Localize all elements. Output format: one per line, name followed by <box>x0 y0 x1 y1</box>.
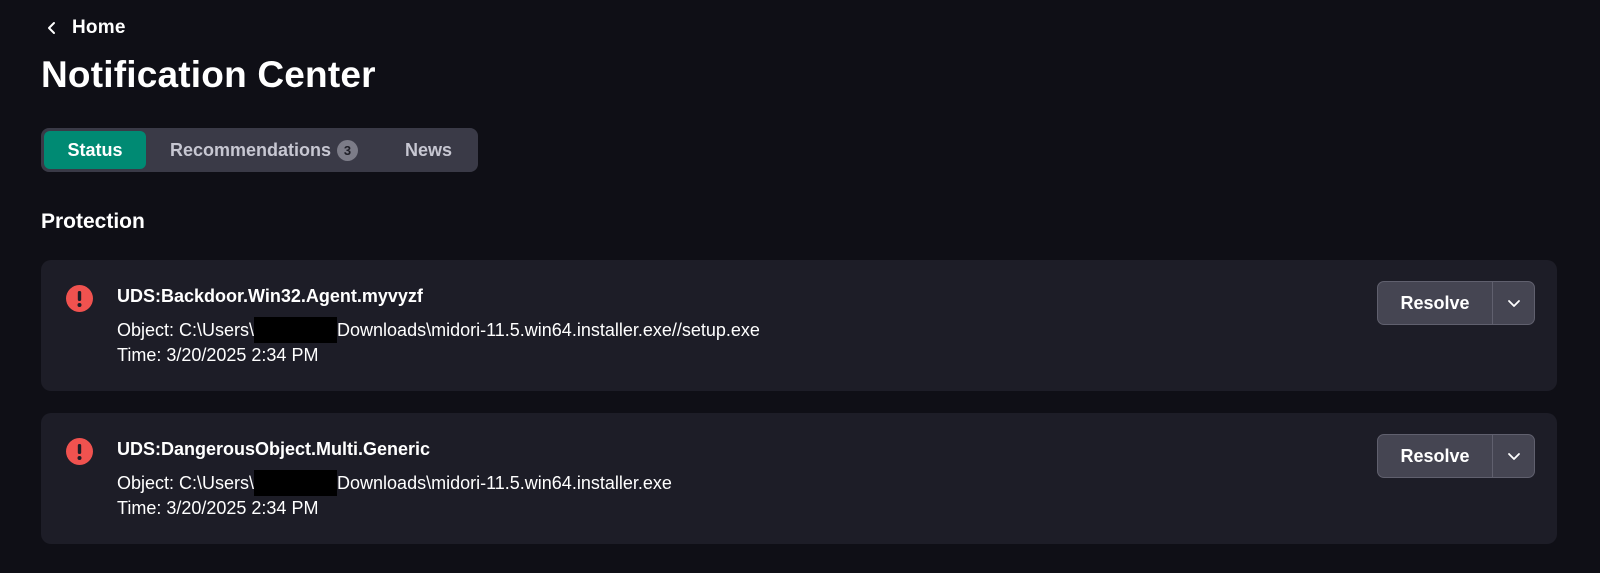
notification-card: UDS:Backdoor.Win32.Agent.myvyzf Object: … <box>41 260 1557 391</box>
tab-news[interactable]: News <box>382 131 475 169</box>
chevron-down-icon <box>1507 300 1520 307</box>
chevron-left-icon <box>44 20 60 36</box>
resolve-options-button[interactable] <box>1493 435 1534 477</box>
object-path: Object: C:\Users\ Downloads\midori-11.5.… <box>117 470 672 496</box>
tab-news-label: News <box>404 139 453 160</box>
object-path-suffix: Downloads\midori-11.5.win64.installer.ex… <box>337 472 672 493</box>
resolve-button[interactable]: Resolve <box>1378 282 1493 324</box>
chevron-down-icon <box>1507 453 1520 460</box>
back-home-label: Home <box>72 17 126 38</box>
resolve-options-button[interactable] <box>1493 282 1534 324</box>
redacted-username <box>254 470 338 496</box>
tab-bar: Status Recommendations 3 News <box>41 128 478 172</box>
redacted-username <box>254 317 338 343</box>
detection-time: Time: 3/20/2025 2:34 PM <box>117 498 319 518</box>
notification-card: UDS:DangerousObject.Multi.Generic Object… <box>41 413 1557 544</box>
recommendations-count-badge: 3 <box>337 139 359 161</box>
threat-name: UDS:Backdoor.Win32.Agent.myvyzf <box>117 286 423 306</box>
section-title-protection: Protection <box>41 210 145 233</box>
object-path-suffix: Downloads\midori-11.5.win64.installer.ex… <box>337 319 760 340</box>
object-path-prefix: Object: C:\Users\ <box>117 472 255 493</box>
object-path: Object: C:\Users\ Downloads\midori-11.5.… <box>117 317 760 343</box>
detection-time: Time: 3/20/2025 2:34 PM <box>117 345 319 365</box>
alert-icon <box>66 438 93 465</box>
back-home-link[interactable]: Home <box>44 14 126 42</box>
page-title: Notification Center <box>41 54 376 95</box>
tab-status-label: Status <box>67 139 123 160</box>
object-path-prefix: Object: C:\Users\ <box>117 319 255 340</box>
alert-icon <box>66 285 93 312</box>
tab-status[interactable]: Status <box>44 131 146 169</box>
tab-recommendations-label: Recommendations <box>169 139 332 160</box>
resolve-button-group: Resolve <box>1377 281 1535 325</box>
resolve-button-group: Resolve <box>1377 434 1535 478</box>
threat-name: UDS:DangerousObject.Multi.Generic <box>117 439 431 459</box>
tab-recommendations[interactable]: Recommendations 3 <box>146 131 382 169</box>
resolve-button[interactable]: Resolve <box>1378 435 1493 477</box>
